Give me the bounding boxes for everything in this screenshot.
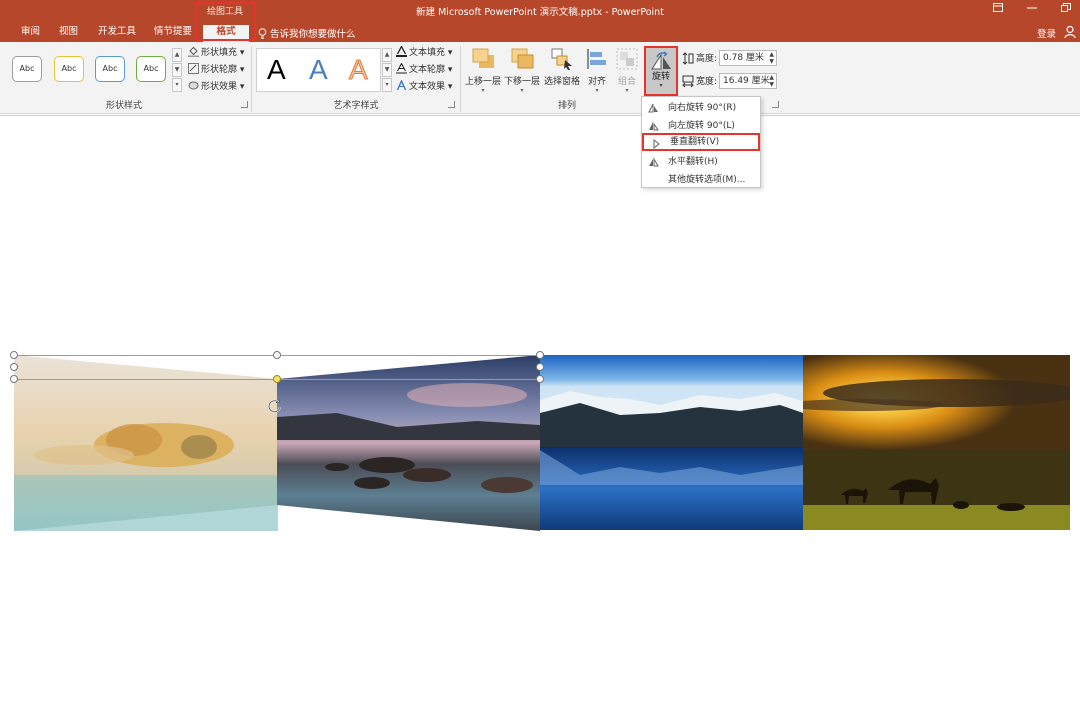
photo-dusk-lake[interactable]: [277, 355, 540, 531]
restore-icon: [1061, 3, 1071, 12]
rotate-dropdown-menu: 向右旋转 90°(R) 向左旋转 90°(L) 垂直翻转(V) 水平翻转(H) …: [641, 96, 761, 188]
slide-canvas[interactable]: [0, 115, 1080, 701]
title-bar: 绘图工具 新建 Microsoft PowerPoint 演示文稿.pptx -…: [0, 0, 1080, 42]
text-fill-icon: [396, 46, 407, 57]
format-tab-highlight: [196, 2, 256, 41]
gallery-scroll-up[interactable]: ▲: [172, 48, 182, 62]
resize-handle-se[interactable]: [536, 375, 544, 383]
group-separator: [460, 46, 461, 112]
wordart-scroll-down[interactable]: ▼: [382, 63, 392, 77]
width-input[interactable]: 16.49 厘米 ▲ ▼: [719, 73, 777, 89]
text-fill-button[interactable]: 文本填充 ▾: [396, 45, 452, 61]
wordart-gallery: A A A: [256, 48, 381, 92]
flip-horizontal-icon: [649, 157, 659, 167]
tab-review[interactable]: 审阅: [21, 25, 40, 42]
wordart-styles-group-label: 艺术字样式: [333, 101, 379, 111]
minimize-icon: [1027, 7, 1037, 9]
window-title: 新建 Microsoft PowerPoint 演示文稿.pptx - Powe…: [416, 7, 664, 18]
paint-bucket-icon: [188, 46, 199, 57]
height-label: 高度:: [696, 54, 718, 64]
wordart-more[interactable]: ▾: [382, 78, 392, 92]
wordart-scroll-up[interactable]: ▲: [382, 48, 392, 62]
group-separator: [251, 46, 252, 112]
restore-button[interactable]: [1054, 2, 1078, 18]
chevron-down-icon: ▾: [659, 82, 663, 89]
group-icon: [616, 48, 638, 70]
photo-snow-mountains[interactable]: [540, 355, 803, 530]
gallery-more[interactable]: ▾: [172, 78, 182, 92]
menu-more-rotation-options[interactable]: 其他旋转选项(M)...: [642, 171, 760, 189]
resize-handle-e[interactable]: [536, 363, 544, 371]
shape-outline-button[interactable]: 形状轮廓 ▾: [188, 62, 244, 78]
bring-forward-button[interactable]: 上移一层 ▾: [464, 46, 502, 94]
text-outline-button[interactable]: 文本轮廓 ▾: [396, 62, 452, 78]
height-icon: [682, 52, 694, 65]
resize-handle-ne[interactable]: [536, 351, 544, 359]
tab-developer[interactable]: 开发工具: [98, 25, 136, 42]
flip-vertical-icon: [653, 139, 660, 149]
menu-flip-vertical[interactable]: 垂直翻转(V): [642, 133, 760, 151]
shape-style-swatch[interactable]: Abc: [95, 56, 125, 82]
ribbon-display-options-button[interactable]: [986, 2, 1010, 18]
send-backward-icon: [511, 48, 534, 69]
tell-me-text: 告诉我你想要做什么: [270, 29, 356, 40]
minimize-button[interactable]: [1020, 2, 1044, 18]
ribbon-display-icon: [993, 3, 1003, 12]
sign-in-link[interactable]: 登录: [1037, 26, 1056, 40]
size-launcher[interactable]: [772, 101, 779, 108]
wordart-styles-launcher[interactable]: [448, 101, 455, 108]
photo-autumn-lake[interactable]: [14, 355, 278, 531]
width-label: 宽度:: [696, 77, 718, 87]
pencil-icon: [188, 63, 199, 74]
shape-fill-button[interactable]: 形状填充 ▾: [188, 45, 244, 61]
shape-style-swatch[interactable]: Abc: [12, 56, 42, 82]
rotation-handle-icon[interactable]: [267, 398, 283, 414]
text-effects-button[interactable]: 文本效果 ▾: [396, 79, 452, 95]
rotate-icon: [651, 51, 671, 70]
gallery-scroll-down[interactable]: ▼: [172, 63, 182, 77]
ribbon: Abc Abc Abc Abc ▲ ▼ ▾ 形状填充 ▾ 形状轮廓 ▾ 形状效果…: [0, 42, 1080, 114]
resize-handle-sw[interactable]: [10, 375, 18, 383]
tab-view[interactable]: 视图: [59, 25, 78, 42]
selection-pane-icon: [551, 48, 572, 70]
wordart-style-orange[interactable]: A: [349, 53, 369, 87]
lightbulb-icon: [258, 28, 267, 39]
menu-flip-horizontal[interactable]: 水平翻转(H): [642, 153, 760, 171]
align-button[interactable]: 对齐 ▾: [583, 46, 611, 94]
shape-style-swatch[interactable]: Abc: [54, 56, 84, 82]
shape-effects-icon: [188, 81, 199, 90]
shape-styles-group-label: 形状样式: [105, 101, 142, 111]
shape-style-swatch[interactable]: Abc: [136, 56, 166, 82]
selection-pane-button[interactable]: 选择窗格: [542, 46, 582, 94]
wordart-style-blue[interactable]: A: [309, 53, 328, 87]
width-icon: [682, 75, 694, 88]
rotate-right-icon: [648, 103, 658, 113]
resize-handle-n[interactable]: [273, 351, 281, 359]
group-button[interactable]: 组合 ▾: [613, 46, 641, 94]
wordart-style-black[interactable]: A: [267, 53, 286, 87]
menu-rotate-right-90[interactable]: 向右旋转 90°(R): [642, 99, 760, 117]
rotate-left-icon: [649, 122, 659, 131]
user-icon[interactable]: [1064, 25, 1078, 39]
text-effects-icon: [396, 80, 407, 91]
rotate-button[interactable]: 旋转 ▾: [644, 46, 678, 96]
bring-forward-icon: [472, 48, 494, 68]
adjustment-handle[interactable]: [273, 375, 281, 383]
width-spinner[interactable]: ▲ ▼: [769, 74, 774, 88]
shape-effects-button[interactable]: 形状效果 ▾: [188, 79, 244, 95]
tell-me-box[interactable]: 告诉我你想要做什么: [258, 26, 356, 40]
send-backward-button[interactable]: 下移一层 ▾: [503, 46, 541, 94]
resize-handle-w[interactable]: [10, 363, 18, 371]
height-input[interactable]: 0.78 厘米 ▲ ▼: [719, 50, 777, 66]
height-row: 高度: 0.78 厘米 ▲ ▼: [682, 50, 778, 68]
photo-sunset-horses[interactable]: [803, 355, 1070, 530]
text-outline-icon: [396, 63, 407, 74]
width-row: 宽度: 16.49 厘米 ▲ ▼: [682, 73, 778, 91]
shape-styles-launcher[interactable]: [241, 101, 248, 108]
align-icon: [587, 49, 606, 69]
tab-storyboarding[interactable]: 情节提要: [154, 25, 192, 42]
height-spinner[interactable]: ▲ ▼: [769, 51, 774, 65]
resize-handle-nw[interactable]: [10, 351, 18, 359]
